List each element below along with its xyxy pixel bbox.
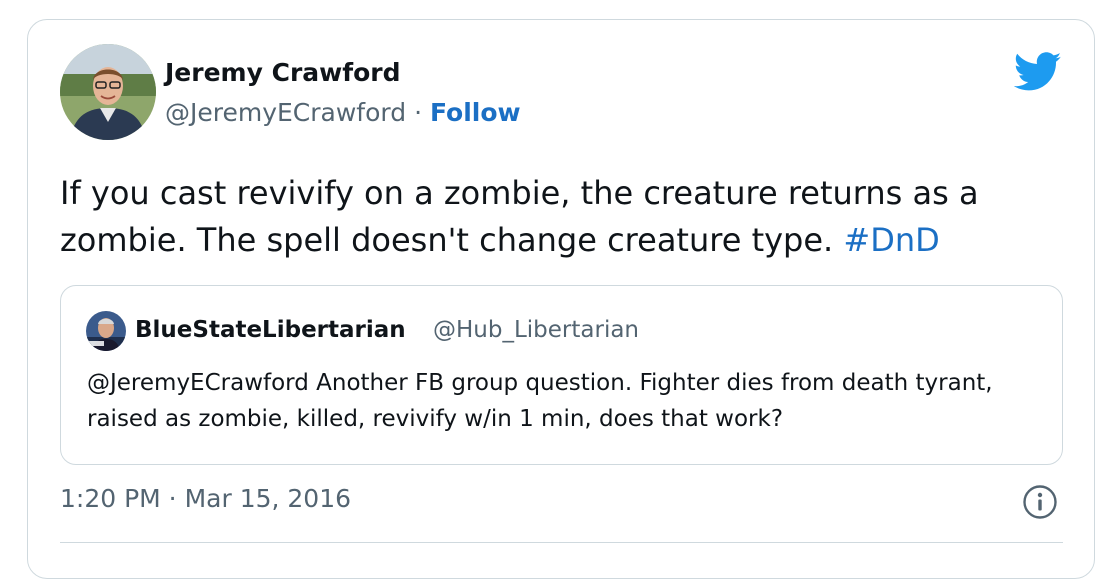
quoted-tweet-text: @JeremyECrawford Another FB group questi… <box>87 370 993 432</box>
twitter-bird-icon[interactable] <box>1014 52 1062 92</box>
bottom-divider <box>60 542 1063 543</box>
author-handle-line: @JeremyECrawford · Follow <box>165 98 521 127</box>
quoted-author-name[interactable]: BlueStateLibertarian <box>135 317 406 343</box>
author-avatar[interactable] <box>60 44 156 140</box>
follow-button[interactable]: Follow <box>430 98 521 127</box>
handle-separator: · <box>406 98 430 127</box>
author-name[interactable]: Jeremy Crawford <box>165 58 401 87</box>
hashtag-link[interactable]: #DnD <box>843 221 939 259</box>
author-handle[interactable]: @JeremyECrawford <box>165 98 406 127</box>
tweet-text: If you cast revivify on a zombie, the cr… <box>60 170 1070 264</box>
tweet-body: If you cast revivify on a zombie, the cr… <box>60 174 979 259</box>
tweet-timestamp[interactable]: 1:20 PM · Mar 15, 2016 <box>60 484 351 513</box>
info-icon[interactable] <box>1022 484 1058 520</box>
quoted-author-avatar[interactable] <box>86 311 126 351</box>
quoted-author-handle[interactable]: @Hub_Libertarian <box>433 317 639 343</box>
